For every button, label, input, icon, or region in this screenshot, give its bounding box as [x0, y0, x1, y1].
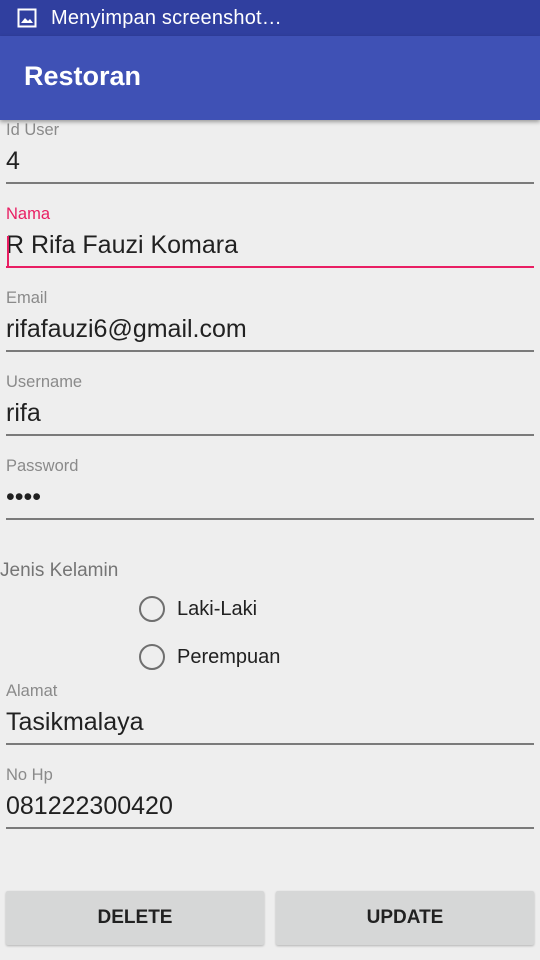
email-label: Email — [6, 289, 48, 307]
status-text: Menyimpan screenshot… — [51, 6, 282, 29]
alamat-input[interactable] — [6, 701, 534, 745]
status-bar: Menyimpan screenshot… — [0, 0, 540, 36]
email-field: Email — [6, 288, 534, 352]
no-hp-input[interactable] — [6, 785, 534, 829]
password-field: Password — [6, 456, 534, 520]
nama-input[interactable] — [6, 224, 534, 268]
update-button[interactable]: UPDATE — [276, 891, 534, 945]
radio-button[interactable] — [139, 644, 165, 670]
nama-field: Nama — [6, 204, 534, 268]
radio-laki-laki-label: Laki-Laki — [177, 597, 258, 620]
username-label: Username — [6, 373, 83, 391]
nama-label: Nama — [6, 205, 51, 223]
delete-button[interactable]: DELETE — [6, 891, 264, 945]
app-title: Restoran — [24, 60, 142, 91]
id-user-label: Id User — [6, 121, 60, 139]
no-hp-label: No Hp — [6, 766, 53, 784]
password-input[interactable] — [6, 476, 534, 520]
text-cursor — [7, 236, 9, 268]
no-hp-field: No Hp — [6, 765, 534, 829]
id-user-input[interactable] — [6, 140, 534, 184]
image-icon — [17, 8, 37, 28]
gender-label: Jenis Kelamin — [0, 560, 119, 581]
alamat-field: Alamat — [6, 681, 534, 745]
password-label: Password — [6, 457, 79, 475]
username-input[interactable] — [6, 392, 534, 436]
email-input[interactable] — [6, 308, 534, 352]
id-user-field: Id User — [6, 120, 534, 184]
username-field: Username — [6, 372, 534, 436]
radio-laki-laki[interactable]: Laki-Laki — [139, 593, 257, 625]
radio-button[interactable] — [139, 596, 165, 622]
alamat-label: Alamat — [6, 682, 58, 700]
radio-perempuan[interactable]: Perempuan — [139, 641, 280, 673]
app-bar: Restoran — [0, 36, 540, 120]
radio-perempuan-label: Perempuan — [177, 645, 281, 668]
